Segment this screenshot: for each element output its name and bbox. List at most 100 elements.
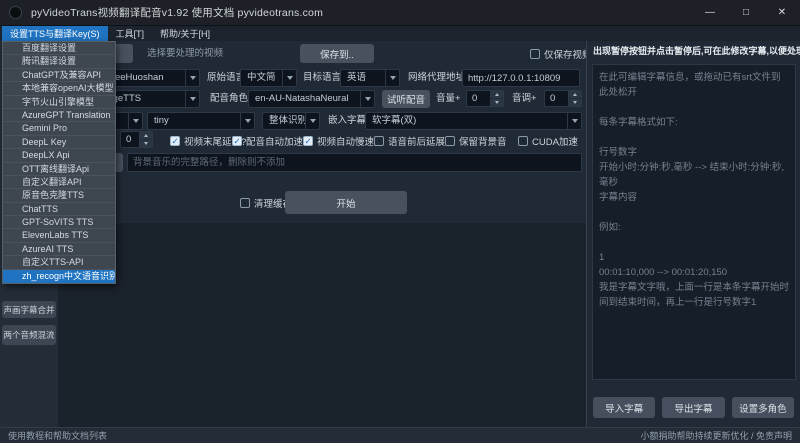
menu-item-voice-clone-tts[interactable]: 原音色克隆TTS [3,189,115,202]
cuda-accel-checkbox[interactable] [518,136,528,146]
menu-item-zh-recogn-asr[interactable]: zh_recogn中文语音识别 [3,270,115,283]
voice-role-value: en-AU-NatashaNeural [249,91,360,107]
menu-item-azureai-tts[interactable]: AzureAI TTS [3,243,115,256]
export-subtitle-button[interactable]: 导出字幕 [662,397,724,418]
menu-item-azuregpt-translation[interactable]: AzureGPT Translation [3,109,115,122]
volume-value: 0 [467,91,490,106]
voice-extend-checkbox[interactable] [374,136,384,146]
keep-background-audio-checkbox[interactable] [445,136,455,146]
arrow-down-icon[interactable] [140,140,152,147]
chevron-down-icon [360,91,374,107]
status-bar: 使用教程和帮助文档列表 小额捐助帮助持续更新优化 / 免责声明 [0,427,800,443]
menu-item-gpt-sovits-tts[interactable]: GPT-SoVITS TTS [3,216,115,229]
video-tail-extend-checkbox[interactable] [170,136,180,146]
menu-item-elevenlabs-tts[interactable]: ElevenLabs TTS [3,229,115,242]
import-subtitle-button[interactable]: 导入字幕 [593,397,655,418]
arrow-up-icon[interactable] [140,132,152,140]
chevron-down-icon [185,91,199,107]
voice-role-select[interactable]: en-AU-NatashaNeural [248,90,375,108]
menubar-item-help-about[interactable]: 帮助/关于[H] [152,26,218,41]
help-docs-link[interactable]: 使用教程和帮助文档列表 [8,429,107,442]
dub-auto-speedup-label: 配音自动加速 [246,134,303,148]
volume-stepper[interactable]: 0 [466,90,504,107]
save-to-button[interactable]: 保存到.. [300,44,374,63]
source-lang-select[interactable]: 中文简 [240,69,297,87]
proxy-input[interactable] [462,69,580,87]
menubar-item-tools[interactable]: 工具[T] [108,26,153,41]
chevron-down-icon [305,113,319,129]
clear-cache-checkbox[interactable] [240,198,250,208]
background-music-input[interactable] [127,153,582,172]
arrow-up-icon[interactable] [491,91,503,99]
recognition-mode-select[interactable]: 整体识别 [262,112,320,130]
chevron-down-icon [240,113,254,129]
target-lang-select[interactable]: 英语 [340,69,400,87]
menu-item-deepl-key[interactable]: DeepL Key [3,136,115,149]
pitch-label: 音调+ [512,90,537,108]
chevron-down-icon [567,113,581,129]
only-save-video-row: 仅保存视频 [530,47,592,61]
listen-voice-button[interactable]: 试听配音 [382,90,430,108]
chevron-down-icon [185,70,199,86]
menu-item-local-openai-llm[interactable]: 本地兼容openAI大模型 [3,82,115,95]
menu-item-gemini-pro[interactable]: Gemini Pro [3,122,115,135]
chevron-down-icon [128,113,142,129]
voice-extend-row: 语音前后延展 [374,134,445,148]
model-value: tiny [148,113,240,129]
menu-item-chatgpt-api[interactable]: ChatGPT及兼容API [3,69,115,82]
voice-extend-label: 语音前后延展 [388,134,445,148]
only-save-video-label: 仅保存视频 [544,47,592,61]
menu-item-deeplx-api[interactable]: DeepLX Api [3,149,115,162]
subtitle-panel-header: 出现暂停按钮并点击暂停后,可在此修改字幕,以便处理更准确 [587,41,800,57]
target-lang-value: 英语 [341,70,385,86]
model-select[interactable]: tiny [147,112,255,130]
merge-audio-subtitle-button[interactable]: 声画字幕合并 [2,301,56,318]
target-lang-label: 目标语言 [303,69,341,87]
subtitle-type-select[interactable]: 软字幕(双) [365,112,582,130]
proxy-label: 网络代理地址 [408,69,465,87]
subtitle-editor[interactable]: 在此可编辑字幕信息，或拖动已有srt文件到此处松开 每条字幕格式如下: 行号数字… [592,64,796,380]
window-title: pyVideoTrans视频翻译配音v1.92 使用文档 pyvideotran… [31,5,323,20]
recognition-mode-value: 整体识别 [263,113,305,129]
menu-item-chattts[interactable]: ChatTTS [3,203,115,216]
arrow-down-icon[interactable] [491,99,503,106]
start-button[interactable]: 开始 [285,191,407,214]
arrow-up-icon[interactable] [569,91,581,99]
donate-disclaimer-link[interactable]: 小额捐助帮助持续更新优化 / 免责声明 [640,429,792,442]
video-auto-slowdown-row: 视频自动慢速 [303,134,374,148]
window-controls: — □ ✕ [692,0,800,25]
menu-item-ott-offline-translate-api[interactable]: OTT离线翻译Api [3,163,115,176]
embed-subtitle-label: 嵌入字幕 [328,112,366,130]
tail-extend-value: 0 [121,132,139,147]
pitch-stepper[interactable]: 0 [544,90,582,107]
maximize-button[interactable]: □ [728,0,764,25]
menu-item-bytedance-huoshan-model[interactable]: 字节火山引擎模型 [3,96,115,109]
title-bar: pyVideoTrans视频翻译配音v1.92 使用文档 pyvideotran… [0,0,800,26]
only-save-video-checkbox[interactable] [530,49,540,59]
pitch-value: 0 [545,91,568,106]
tts-key-settings-menu: 百度翻译设置 腾讯翻译设置 ChatGPT及兼容API 本地兼容openAI大模… [2,41,116,284]
dub-auto-speedup-checkbox[interactable] [232,136,242,146]
set-multi-role-button[interactable]: 设置多角色 [732,397,794,418]
menu-item-custom-translate-api[interactable]: 自定义翻译API [3,176,115,189]
mix-two-audio-button[interactable]: 两个音频混流 [2,325,56,345]
arrow-down-icon[interactable] [569,99,581,106]
keep-background-audio-label: 保留背景音 [459,134,507,148]
stepper-arrows[interactable] [568,91,581,106]
minimize-button[interactable]: — [692,0,728,25]
stepper-arrows[interactable] [139,132,152,147]
keep-background-audio-row: 保留背景音 [445,134,507,148]
menu-item-tencent-translate-settings[interactable]: 腾讯翻译设置 [3,55,115,68]
subtitle-panel-buttons: 导入字幕 导出字幕 设置多角色 [587,397,800,418]
close-button[interactable]: ✕ [764,0,800,25]
stepper-arrows[interactable] [490,91,503,106]
video-hint-label: 选择要处理的视频 [147,45,223,63]
menubar-item-tts-key-settings[interactable]: 设置TTS与翻译Key(S) [2,26,108,41]
cuda-accel-label: CUDA加速 [532,134,578,148]
video-auto-slowdown-checkbox[interactable] [303,136,313,146]
volume-label: 音量+ [436,90,461,108]
menu-item-custom-tts-api[interactable]: 自定义TTS-API [3,256,115,269]
source-lang-value: 中文简 [241,70,282,86]
menu-item-baidu-translate-settings[interactable]: 百度翻译设置 [3,42,115,55]
tail-extend-stepper[interactable]: 0 [120,131,153,148]
